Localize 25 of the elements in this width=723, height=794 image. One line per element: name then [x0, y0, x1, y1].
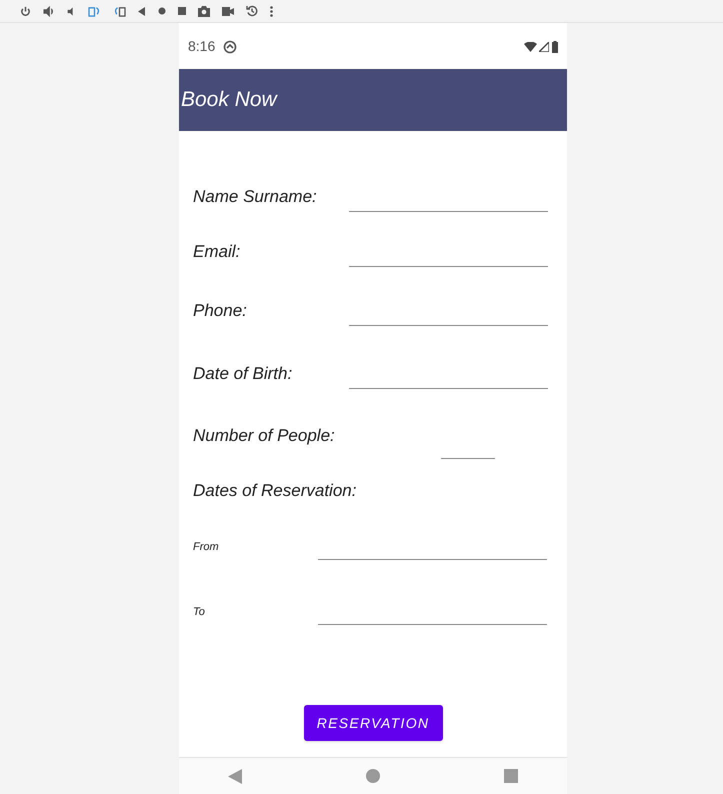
rotate-right-icon[interactable] — [113, 6, 126, 16]
field-label: From — [193, 540, 219, 556]
volume-up-icon[interactable] — [43, 6, 54, 16]
snapshot-icon[interactable] — [246, 5, 258, 17]
app-bar-title: Book Now — [181, 87, 277, 114]
wifi-icon — [524, 42, 537, 52]
section-heading: Dates of Reservation: — [193, 480, 356, 502]
signal-icon — [539, 42, 549, 52]
field-label: Phone: — [193, 300, 247, 322]
camera-icon[interactable] — [198, 6, 210, 16]
reservation-button[interactable]: RESERVATION — [304, 705, 442, 741]
sync-icon — [223, 40, 238, 54]
status-time: 8:16 — [188, 37, 216, 56]
field-label: Email: — [193, 241, 240, 264]
home-icon[interactable] — [158, 7, 166, 15]
field-label: Date of Birth: — [193, 363, 292, 386]
field-label: To — [193, 605, 205, 620]
power-icon[interactable] — [20, 6, 31, 16]
video-icon[interactable] — [222, 6, 234, 16]
field-label: Name Surname: — [193, 186, 317, 208]
more-icon[interactable] — [270, 6, 273, 16]
field-label: Number of People: — [193, 425, 335, 448]
battery-icon — [552, 40, 558, 52]
rotate-left-icon[interactable] — [88, 6, 101, 16]
back-icon[interactable] — [138, 6, 146, 16]
